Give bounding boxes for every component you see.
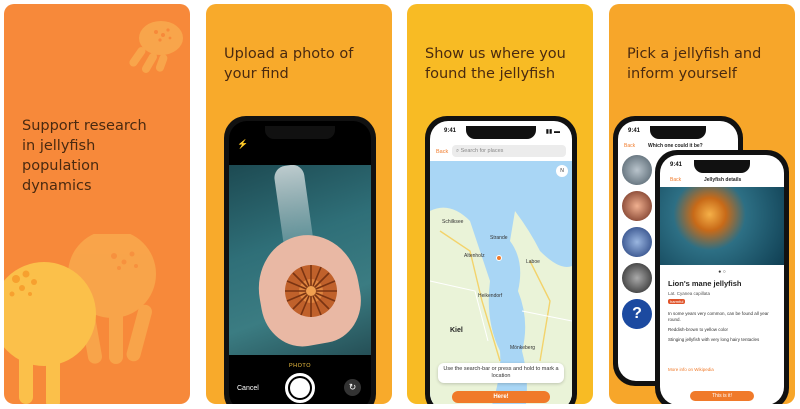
warning-badge: harmful (668, 299, 686, 304)
phone-notch (466, 126, 536, 139)
camera-mode-label[interactable]: PHOTO (229, 363, 371, 369)
panel-details: Pick a jellyfish and inform yourself 9:4… (609, 4, 795, 404)
panel4-headline: Pick a jellyfish and inform yourself (627, 46, 762, 82)
status-time: 9:41 (444, 128, 457, 134)
status-time: 9:41 (670, 162, 683, 168)
panel-support-research: Support research in jellyfish population… (4, 4, 190, 404)
camera-screen: ⚡ PHOTO Cancel ↻ (229, 121, 371, 404)
compass-icon[interactable]: N (556, 165, 568, 177)
panel-location: Show us where you found the jellyfish 9:… (407, 4, 593, 404)
map-label: Heikendorf (478, 293, 503, 299)
map-label: Schilksee (442, 219, 464, 225)
phone-map: 9:41 ▮▮ ▬ Back ⌕ Search for places N Sch… (425, 116, 577, 404)
fact-item: In some years very common, can be found … (668, 311, 769, 322)
facts-list: In some years very common, can be found … (668, 311, 778, 343)
species-list[interactable]: ? (622, 155, 654, 329)
map-label: Mönkeberg (510, 345, 536, 351)
phone-details: 9:41 Back Jellyfish details ● ○ Lion's m… (655, 150, 789, 404)
back-button[interactable]: Back (670, 177, 681, 183)
phone-notch (650, 126, 706, 139)
map-label: Strande (490, 235, 508, 241)
jellyfish-photo (660, 187, 784, 265)
cancel-button[interactable]: Cancel (237, 385, 259, 392)
map-label: Laboe (526, 259, 540, 265)
hint-card: Use the search-bar or press and hold to … (438, 363, 564, 383)
map-label: Kiel (450, 327, 463, 334)
camera-flip-icon[interactable]: ↻ (344, 379, 361, 396)
panel-upload-photo: Upload a photo of your find ⚡ PHOTO Canc… (206, 4, 392, 404)
hint-text: Use the search-bar or press and hold to … (443, 366, 559, 379)
shutter-button[interactable] (285, 373, 315, 403)
list-item[interactable] (622, 263, 652, 293)
panel3-headline: Show us where you found the jellyfish (425, 46, 566, 82)
camera-viewfinder (229, 165, 371, 355)
fact-item: Stinging jellyfish with very long hairy … (668, 337, 760, 342)
carousel-dots[interactable]: ● ○ (660, 269, 784, 275)
location-pin (496, 255, 502, 261)
back-button[interactable]: Back (436, 149, 448, 155)
back-button[interactable]: Back (624, 143, 635, 149)
species-name: Lion's mane jellyfish (668, 279, 742, 288)
map-screen: 9:41 ▮▮ ▬ Back ⌕ Search for places N Sch… (430, 121, 572, 404)
here-button[interactable]: Here! (452, 391, 550, 403)
latin-name: Lat. Cyanea capillata (668, 291, 711, 296)
phone-camera: ⚡ PHOTO Cancel ↻ (224, 116, 376, 404)
status-time: 9:41 (628, 128, 641, 134)
details-title: Jellyfish details (704, 177, 742, 183)
search-icon: ⌕ (456, 148, 460, 154)
list-item[interactable]: ? (622, 299, 652, 329)
map-label: Altenholz (464, 253, 485, 259)
details-screen: 9:41 Back Jellyfish details ● ○ Lion's m… (660, 155, 784, 404)
map-view[interactable]: N Schilksee Strande Altenholz Laboe Heik… (430, 161, 572, 404)
wikipedia-link[interactable]: More info on Wikipedia (668, 367, 714, 372)
jellyfish-photo-icon (285, 265, 337, 317)
search-input[interactable]: ⌕ Search for places (452, 145, 566, 157)
list-item[interactable] (622, 227, 652, 257)
phone-notch (694, 160, 750, 173)
list-title: Which one could it be? (648, 143, 703, 149)
panel2-headline: Upload a photo of your find (224, 46, 354, 82)
fact-item: Reddish-brown to yellow color (668, 327, 729, 332)
jellyfish-icon (129, 21, 183, 73)
list-item[interactable] (622, 155, 652, 185)
lightning-icon[interactable]: ⚡ (237, 139, 248, 150)
phone-notch (265, 126, 335, 139)
select-button[interactable]: This is it! (690, 391, 754, 401)
battery-icon: ▮▮ ▬ (545, 129, 560, 135)
panel1-headline: Support research in jellyfish population… (22, 118, 147, 194)
jellyfish-icon (4, 234, 156, 404)
list-item[interactable] (622, 191, 652, 221)
